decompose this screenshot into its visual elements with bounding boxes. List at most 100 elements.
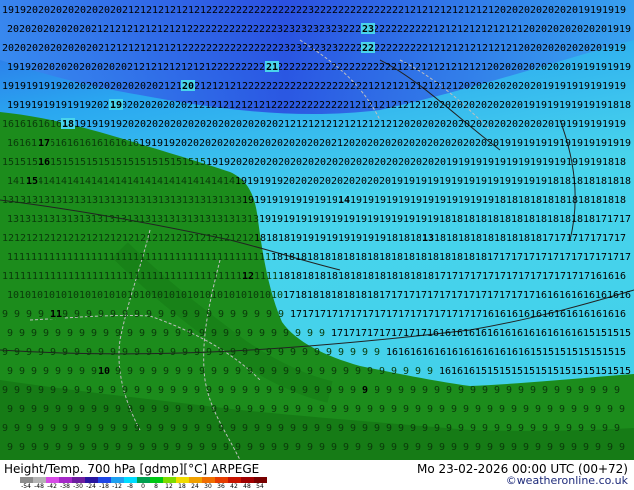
isotherm-value: 17 [566, 233, 578, 244]
isotherm-value: 9 [278, 423, 284, 434]
isotherm-value: 19 [434, 195, 446, 206]
isotherm-value: 21 [439, 24, 451, 35]
isotherm-value: 15 [566, 347, 578, 358]
isotherm-value: 22 [314, 81, 326, 92]
isotherm-value: 13 [26, 195, 38, 206]
isotherm-value: 20 [110, 81, 122, 92]
isotherm-value: 22 [247, 62, 259, 73]
isotherm-value: 9 [139, 328, 145, 339]
isotherm-value: 9 [391, 442, 397, 453]
isotherm-value: 20 [331, 176, 343, 187]
isotherm-value: 21 [194, 5, 206, 16]
isotherm-value: 19 [583, 100, 595, 111]
isotherm-value: 9 [523, 404, 529, 415]
isotherm-value: 21 [218, 81, 230, 92]
isotherm-value: 9 [67, 442, 73, 453]
isotherm-value: 9 [614, 423, 620, 434]
isotherm-value: 18 [427, 252, 439, 263]
isotherm-value: 17 [607, 252, 619, 263]
isotherm-value: 20 [518, 119, 530, 130]
isotherm-value: 20 [122, 119, 134, 130]
isotherm-value: 11 [26, 271, 38, 282]
isotherm-value: 21 [230, 81, 242, 92]
isotherm-value: 16 [506, 309, 518, 320]
isotherm-value: 21 [206, 81, 218, 92]
isotherm-value: 20 [499, 62, 511, 73]
isotherm-value: 21 [439, 62, 451, 73]
isotherm-value: 15 [2, 157, 14, 168]
isotherm-value: 9 [446, 385, 452, 396]
isotherm-value: 15 [134, 157, 146, 168]
isotherm-value: 17 [458, 271, 470, 282]
isotherm-value: 20 [554, 43, 566, 54]
isotherm-value: 20 [151, 100, 163, 111]
isotherm-value: 9 [230, 347, 236, 358]
isotherm-value: 11 [247, 252, 259, 263]
isotherm-value: 16 [530, 309, 542, 320]
isotherm-value: 20 [163, 100, 175, 111]
isotherm-value: 13 [31, 214, 43, 225]
isotherm-value: 17 [619, 252, 631, 263]
isotherm-value: 9 [175, 442, 181, 453]
isotherm-value: 9 [127, 366, 133, 377]
isotherm-value: 13 [211, 214, 223, 225]
isotherm-value: 9 [326, 347, 332, 358]
isotherm-value: 19 [290, 195, 302, 206]
isotherm-value: 18 [331, 290, 343, 301]
color-scale-tick-label: -8 [127, 483, 133, 490]
isotherm-value: 18 [482, 233, 494, 244]
isotherm-value: 13 [218, 195, 230, 206]
isotherm-value: 17 [283, 290, 295, 301]
contour-label: 19 [110, 100, 122, 111]
isotherm-value: 11 [206, 271, 218, 282]
isotherm-value: 20 [259, 138, 271, 149]
isotherm-value: 23 [295, 24, 307, 35]
credit-link[interactable]: ©weatheronline.co.uk [506, 474, 628, 487]
isotherm-value: 20 [494, 5, 506, 16]
isotherm-value: 19 [487, 176, 499, 187]
isotherm-value: 19 [566, 81, 578, 92]
isotherm-value: 19 [494, 157, 506, 168]
isotherm-value: 22 [343, 62, 355, 73]
color-scale-tick-label: 0 [141, 483, 145, 490]
isotherm-value: 21 [422, 5, 434, 16]
isotherm-value: 11 [158, 271, 170, 282]
isotherm-value: 18 [523, 214, 535, 225]
isotherm-value: 18 [475, 214, 487, 225]
isotherm-value: 19 [338, 233, 350, 244]
isotherm-value: 20 [475, 138, 487, 149]
isotherm-value: 9 [542, 385, 548, 396]
isotherm-value: 9 [14, 347, 20, 358]
isotherm-value: 17 [506, 271, 518, 282]
isotherm-value: 22 [254, 43, 266, 54]
isotherm-value: 20 [86, 81, 98, 92]
isotherm-value: 17 [602, 233, 614, 244]
isotherm-value: 21 [386, 119, 398, 130]
isotherm-value: 20 [434, 119, 446, 130]
isotherm-value: 19 [590, 81, 602, 92]
isotherm-value: 12 [2, 233, 14, 244]
isotherm-value: 19 [578, 119, 590, 130]
contour-label: 12 [242, 271, 254, 282]
isotherm-value: 15 [475, 366, 487, 377]
isotherm-value: 10 [31, 290, 43, 301]
isotherm-value: 20 [398, 119, 410, 130]
isotherm-value: 20 [127, 100, 139, 111]
isotherm-value: 15 [511, 366, 523, 377]
isotherm-value: 20 [26, 43, 38, 54]
isotherm-value: 22 [194, 43, 206, 54]
contour-label: 20 [182, 81, 194, 92]
isotherm-value: 19 [98, 119, 110, 130]
isotherm-value: 12 [134, 233, 146, 244]
isotherm-value: 9 [110, 423, 116, 434]
isotherm-value: 17 [578, 233, 590, 244]
isotherm-value: 20 [194, 119, 206, 130]
isotherm-value: 9 [355, 404, 361, 415]
isotherm-value: 9 [295, 404, 301, 415]
isotherm-value: 15 [595, 366, 607, 377]
isotherm-value: 14 [163, 176, 175, 187]
isotherm-value: 15 [595, 328, 607, 339]
isotherm-value: 9 [163, 328, 169, 339]
isotherm-value: 20 [427, 100, 439, 111]
isotherm-value: 21 [134, 43, 146, 54]
